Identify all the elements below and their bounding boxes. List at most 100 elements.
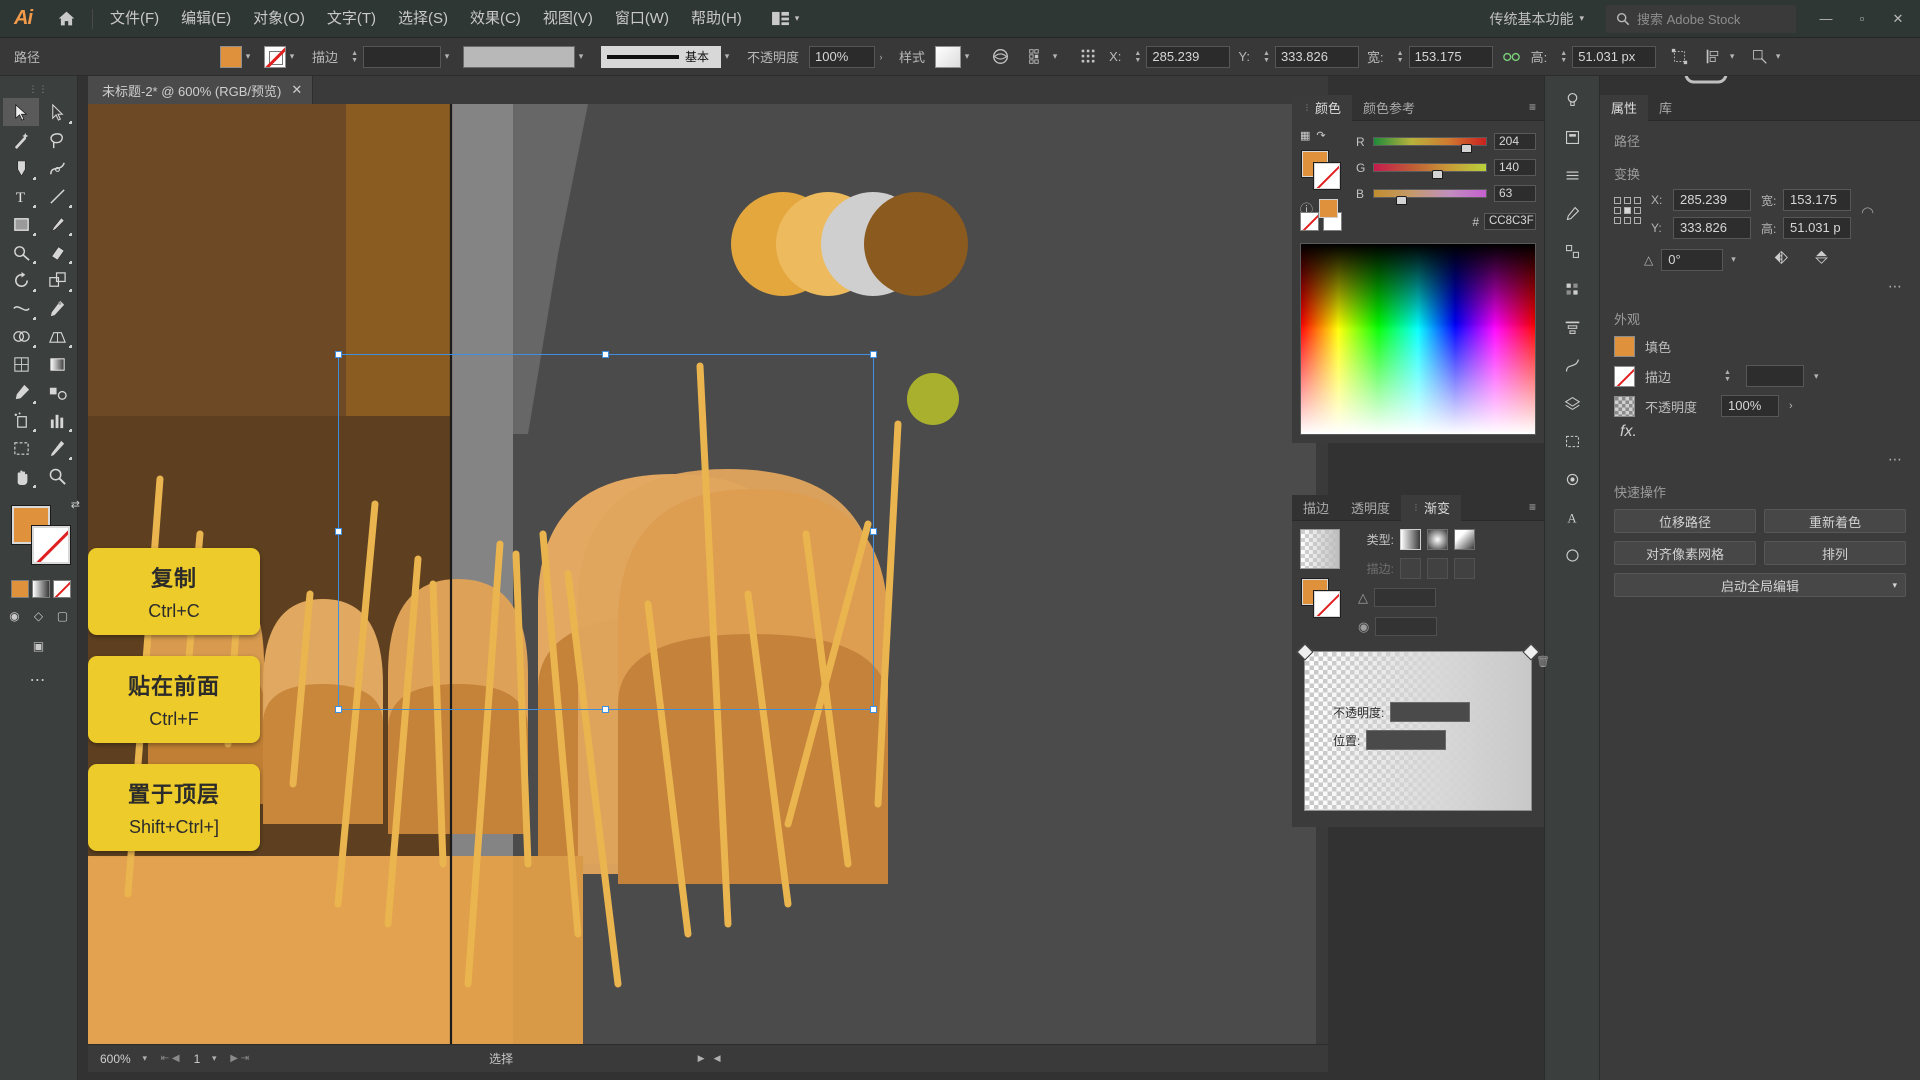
selection-handle-tc[interactable] xyxy=(602,351,609,358)
anchor-ml[interactable] xyxy=(1614,207,1621,214)
draw-inside-icon[interactable]: ▢ xyxy=(53,606,73,626)
page-nav-first[interactable]: ⇤ ◀ xyxy=(161,1053,180,1064)
rail-character-icon[interactable]: A xyxy=(1557,504,1587,530)
slice-tool[interactable] xyxy=(39,434,75,462)
slider-track-b[interactable] xyxy=(1373,189,1487,205)
appearance-opacity-swatch[interactable] xyxy=(1614,395,1635,417)
draw-normal-icon[interactable]: ◉ xyxy=(5,606,25,626)
stroke-weight-stepper[interactable]: ▲ ▼ xyxy=(348,50,361,64)
rail-appearance-icon[interactable] xyxy=(1557,466,1587,492)
slider-value-b[interactable]: 63 xyxy=(1494,185,1536,202)
chevron-down-icon[interactable]: ▾ xyxy=(1049,51,1061,62)
page-number-input[interactable]: 1 xyxy=(187,1051,207,1066)
eyedropper-tool[interactable] xyxy=(3,378,39,406)
qa-arrange[interactable]: 排列 xyxy=(1764,541,1906,565)
none-swatch[interactable] xyxy=(1300,212,1319,231)
tab-gradient[interactable]: ⋮ 渐变 xyxy=(1401,494,1462,521)
symbol-sprayer-tool[interactable] xyxy=(3,406,39,434)
zoom-level-input[interactable]: 600% xyxy=(94,1051,137,1066)
home-icon[interactable] xyxy=(46,0,86,38)
chevron-down-icon[interactable]: ▾ xyxy=(286,51,298,62)
anchor-tr[interactable] xyxy=(1634,197,1641,204)
page-nav-last[interactable]: ▶ ⇥ xyxy=(230,1053,249,1064)
gradient-opacity-input[interactable] xyxy=(1390,702,1471,722)
document-tab[interactable]: 未标题-2* @ 600% (RGB/预览) ✕ xyxy=(88,76,314,104)
column-graph-tool[interactable] xyxy=(39,406,75,434)
maximize-button[interactable]: ▫ xyxy=(1844,0,1880,38)
artboard-tool[interactable] xyxy=(3,434,39,462)
appearance-fill-swatch[interactable] xyxy=(1614,336,1635,357)
gradient-freeform-button[interactable] xyxy=(1454,529,1475,550)
transform-anchor-icon[interactable] xyxy=(1075,44,1101,70)
hex-input[interactable]: CC8C3F xyxy=(1484,213,1536,230)
width-input[interactable]: 153.175 xyxy=(1783,189,1851,211)
scale-tool[interactable] xyxy=(39,266,75,294)
edit-toolbar-icon[interactable]: ⋯ xyxy=(0,670,77,690)
selection-handle-tl[interactable] xyxy=(335,351,342,358)
menu-edit[interactable]: 编辑(E) xyxy=(170,0,242,38)
flip-vertical-icon[interactable] xyxy=(1814,248,1829,271)
blend-tool[interactable] xyxy=(39,378,75,406)
panel-menu-icon[interactable]: ≡ xyxy=(1529,101,1544,113)
appearance-stroke-swatch[interactable] xyxy=(1614,365,1635,387)
anchor-tl[interactable] xyxy=(1614,197,1621,204)
document-setup-icon[interactable] xyxy=(987,44,1013,70)
y-stepper[interactable]: ▲ ▼ xyxy=(1260,50,1273,64)
mesh-tool[interactable] xyxy=(3,350,39,378)
type-tool[interactable]: T xyxy=(3,182,39,210)
gradient-stroke-swatch[interactable] xyxy=(1313,590,1341,618)
shape-builder-tool[interactable] xyxy=(3,322,39,350)
change-screen-mode-icon[interactable]: ▣ xyxy=(29,636,49,656)
anchor-mc[interactable] xyxy=(1624,207,1631,214)
gradient-mini-swatch[interactable] xyxy=(31,580,50,598)
gradient-tool[interactable] xyxy=(39,350,75,378)
rail-libraries-icon[interactable] xyxy=(1557,124,1587,150)
rail-opacity-icon[interactable] xyxy=(1557,542,1587,568)
stock-search-input[interactable]: 搜索 Adobe Stock xyxy=(1606,4,1796,33)
hand-tool[interactable] xyxy=(3,462,39,490)
anchor-bc[interactable] xyxy=(1624,217,1631,224)
gradient-stroke-along-button[interactable] xyxy=(1427,558,1448,579)
x-input[interactable]: 285.239 xyxy=(1673,189,1751,211)
x-stepper[interactable]: ▲ ▼ xyxy=(1131,50,1144,64)
selection-handle-bc[interactable] xyxy=(602,706,609,713)
slider-track-r[interactable] xyxy=(1373,137,1487,153)
selection-handle-ml[interactable] xyxy=(335,528,342,535)
appearance-more-options-icon[interactable]: ⋯ xyxy=(1600,447,1920,472)
link-dimensions-icon[interactable] xyxy=(1499,44,1525,70)
panel-menu-icon[interactable]: ≡ xyxy=(1529,501,1544,513)
color-fill-stroke-icon[interactable]: ▦ xyxy=(1300,129,1310,142)
rail-artboards-icon[interactable] xyxy=(1557,428,1587,454)
opacity-input[interactable]: 100% xyxy=(809,45,876,68)
tab-color[interactable]: ⋮ 颜色 xyxy=(1292,94,1353,121)
rail-pathfinder-icon[interactable] xyxy=(1557,352,1587,378)
canvas-area[interactable]: 复制 Ctrl+C 贴在前面 Ctrl+F 置于顶层 Shift+Ctrl+] xyxy=(88,104,1328,1044)
transform-each-icon[interactable] xyxy=(1746,44,1772,70)
chevron-down-icon[interactable]: ▾ xyxy=(575,51,587,62)
pen-tool[interactable] xyxy=(3,154,39,182)
gradient-delete-stop-icon[interactable]: 🗑 xyxy=(1536,655,1550,668)
transform-panel-icon[interactable] xyxy=(1666,44,1692,70)
qa-recolor[interactable]: 重新着色 xyxy=(1764,509,1906,533)
free-transform-tool[interactable] xyxy=(39,294,75,322)
y-input[interactable]: 333.826 xyxy=(1673,217,1751,239)
y-input[interactable]: 333.826 xyxy=(1274,45,1359,68)
rail-symbols-icon[interactable] xyxy=(1557,238,1587,264)
rail-bulb-icon[interactable] xyxy=(1557,86,1587,112)
menu-effect[interactable]: 效果(C) xyxy=(459,0,532,38)
menu-select[interactable]: 选择(S) xyxy=(387,0,459,38)
reference-point-selector[interactable] xyxy=(1614,197,1641,224)
selection-handle-mr[interactable] xyxy=(870,528,877,535)
width-input[interactable]: 153.175 xyxy=(1408,45,1493,68)
width-stepper[interactable]: ▲ ▼ xyxy=(1394,50,1407,64)
transform-more-options-icon[interactable]: ⋯ xyxy=(1600,274,1920,299)
gradient-stroke-within-button[interactable] xyxy=(1400,558,1421,579)
card-paste-in-front[interactable]: 贴在前面 Ctrl+F xyxy=(88,656,260,743)
angle-input[interactable]: 0° xyxy=(1661,248,1724,271)
menu-file[interactable]: 文件(F) xyxy=(99,0,170,38)
fx-button[interactable]: fx. xyxy=(1600,421,1920,447)
rail-brushes-icon[interactable] xyxy=(1557,200,1587,226)
web-safe-swatch[interactable] xyxy=(1319,199,1339,218)
slider-thumb-b[interactable] xyxy=(1396,196,1408,205)
height-stepper[interactable]: ▲ ▼ xyxy=(1557,50,1570,64)
